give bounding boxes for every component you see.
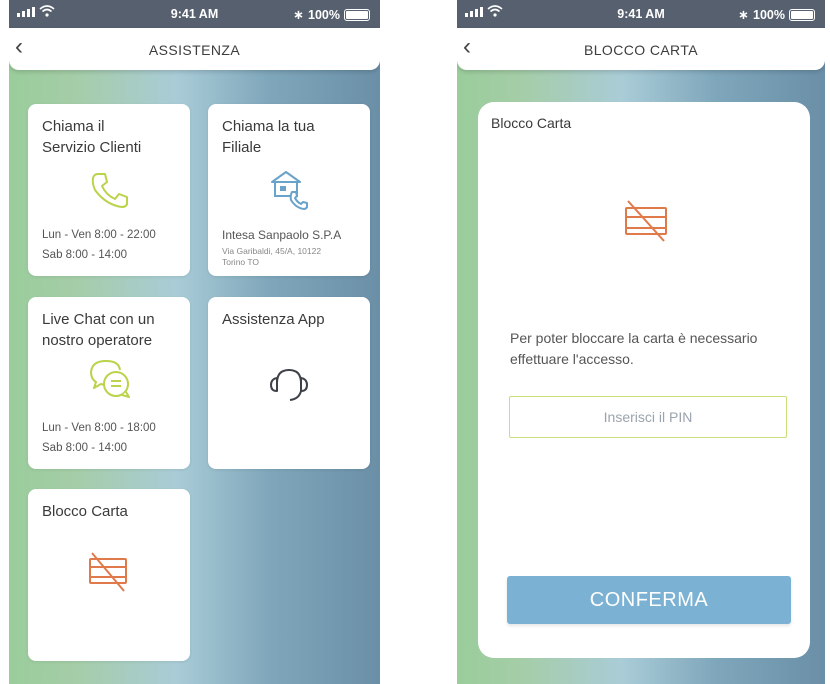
status-bar: 9:41 AM ∗ 100% bbox=[457, 0, 825, 28]
confirm-button[interactable]: CONFERMA bbox=[507, 576, 791, 624]
card-title: Assistenza App bbox=[222, 311, 325, 328]
headset-icon bbox=[270, 368, 308, 401]
hours-saturday: Sab 8:00 - 14:00 bbox=[42, 442, 128, 454]
phone-icon bbox=[91, 173, 128, 208]
card-servizio-clienti[interactable]: Chiama il Servizio Clienti Lun - Ven 8:0… bbox=[28, 104, 190, 276]
bank-phone-icon bbox=[271, 171, 308, 210]
hours-weekday: Lun - Ven 8:00 - 22:00 bbox=[42, 229, 156, 241]
card-assistenza-app[interactable]: Assistenza App bbox=[208, 297, 370, 469]
page-title: BLOCCO CARTA bbox=[584, 42, 698, 58]
nav-bar: ‹ BLOCCO CARTA bbox=[457, 28, 825, 70]
battery-icon bbox=[789, 9, 815, 21]
battery-percent: 100% bbox=[753, 8, 785, 22]
pin-input[interactable] bbox=[509, 396, 787, 438]
card-title: Chiama il Servizio Clienti bbox=[42, 118, 142, 156]
battery-icon bbox=[344, 9, 370, 21]
card-blocked-icon bbox=[89, 552, 127, 592]
access-required-message: Per poter bloccare la carta è necessario… bbox=[510, 330, 758, 367]
nav-bar: ‹ ASSISTENZA bbox=[9, 28, 380, 70]
panel-title: Blocco Carta bbox=[491, 115, 572, 131]
status-bar: 9:41 AM ∗ 100% bbox=[9, 0, 380, 28]
bluetooth-icon: ∗ bbox=[738, 7, 750, 22]
hours-saturday: Sab 8:00 - 14:00 bbox=[42, 249, 128, 261]
blocco-carta-panel: Blocco Carta Per poter bloccare la carta… bbox=[478, 102, 810, 658]
phone-screen-assistenza: 9:41 AM ∗ 100% ‹ ASSISTENZA Chiama il Se… bbox=[9, 0, 380, 684]
card-title: Blocco Carta bbox=[42, 503, 128, 520]
bank-address: Via Garibaldi, 45/A, 10122 Torino TO bbox=[222, 246, 322, 267]
card-blocked-icon bbox=[625, 200, 667, 242]
card-title: Live Chat con un nostro operatore bbox=[42, 311, 155, 349]
bluetooth-icon: ∗ bbox=[293, 7, 305, 22]
card-filiale[interactable]: Chiama la tua Filiale Intesa Sanpaolo S.… bbox=[208, 104, 370, 276]
battery-percent: 100% bbox=[308, 8, 340, 22]
card-title: Chiama la tua Filiale bbox=[222, 118, 315, 156]
card-blocco-carta[interactable]: Blocco Carta bbox=[28, 489, 190, 661]
page-title: ASSISTENZA bbox=[148, 42, 241, 58]
phone-screen-blocco-carta: 9:41 AM ∗ 100% ‹ BLOCCO CARTA Blocco Car… bbox=[457, 0, 825, 684]
bank-name: Intesa Sanpaolo S.P.A bbox=[222, 228, 342, 242]
hours-weekday: Lun - Ven 8:00 - 18:00 bbox=[42, 422, 156, 434]
card-live-chat[interactable]: Live Chat con un nostro operatore Lun - … bbox=[28, 297, 190, 469]
chat-bubbles-icon bbox=[90, 360, 130, 398]
